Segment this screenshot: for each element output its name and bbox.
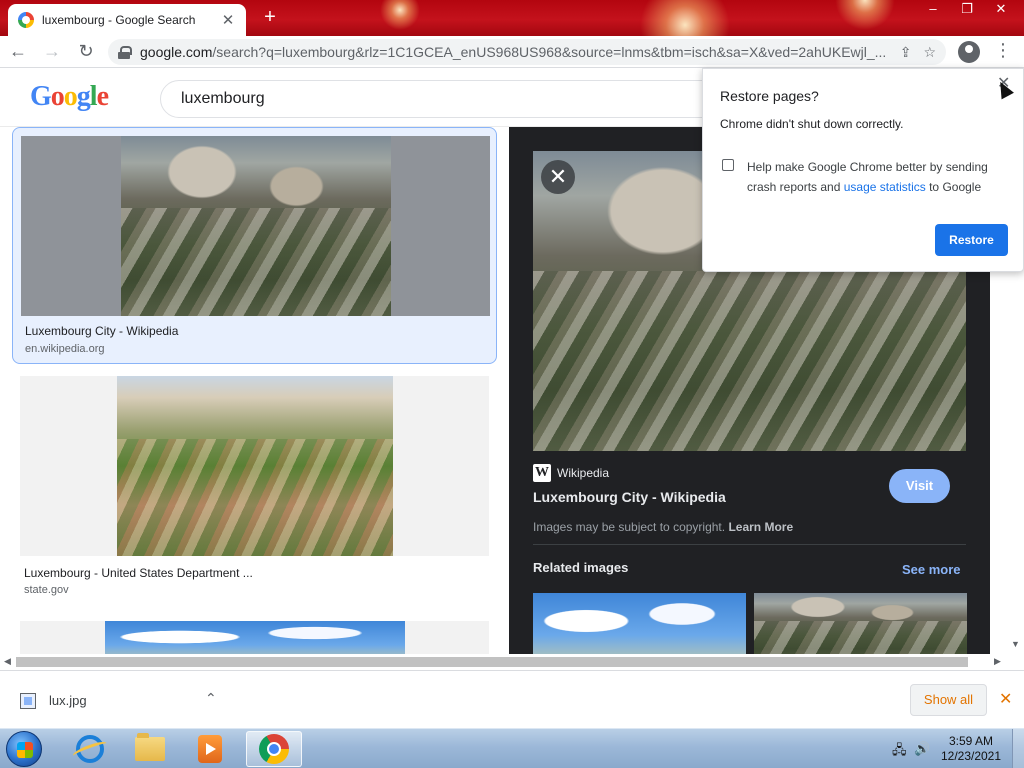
image-result-card[interactable]: Luxembourg - United States Department ..… [12, 376, 497, 601]
url-text: google.com/search?q=luxembourg&rlz=1C1GC… [140, 44, 888, 60]
image-result-card[interactable] [12, 621, 497, 654]
luxembourg-city-thumbnail[interactable] [121, 136, 391, 316]
windows-taskbar: 🖧 🔊 3:59 AM 12/23/2021 [0, 728, 1024, 768]
scroll-right-arrow-icon[interactable]: ▶ [994, 656, 1001, 667]
decorative-sparkle [640, 0, 730, 36]
horizontal-scrollbar[interactable]: ◀ ▶ [0, 654, 1024, 670]
show-all-button[interactable]: Show all [910, 684, 987, 716]
preview-title[interactable]: Luxembourg City - Wikipedia [533, 489, 726, 505]
bookmark-star-icon[interactable]: ☆ [923, 44, 936, 61]
internet-explorer-icon [76, 735, 104, 763]
result-title[interactable]: Luxembourg City - Wikipedia [25, 324, 178, 338]
related-image[interactable] [754, 593, 967, 654]
wikipedia-icon: W [533, 464, 551, 482]
reload-button[interactable]: ↻ [70, 38, 102, 66]
back-button[interactable]: ← [2, 38, 34, 66]
restore-button[interactable]: Restore [935, 224, 1008, 256]
profile-avatar-icon[interactable] [958, 41, 980, 63]
chrome-icon [259, 734, 289, 764]
clock-time: 3:59 AM [948, 734, 994, 748]
network-icon[interactable]: 🖧 [892, 741, 907, 763]
browser-tab[interactable]: luxembourg - Google Search ✕ [8, 4, 246, 36]
image-thumbnail-frame [20, 621, 489, 654]
windows-logo-icon [17, 742, 33, 758]
media-player-icon [198, 735, 222, 763]
volume-icon[interactable]: 🔊 [914, 741, 930, 757]
share-icon[interactable]: ⇪ [900, 44, 912, 61]
system-clock[interactable]: 3:59 AM 12/23/2021 [938, 734, 1004, 764]
search-query-text: luxembourg [181, 90, 265, 107]
image-result-card[interactable]: Luxembourg City - Wikipedia en.wikipedia… [12, 127, 497, 364]
tab-title: luxembourg - Google Search [42, 13, 196, 27]
visit-button[interactable]: Visit [889, 469, 950, 503]
related-image[interactable] [533, 593, 746, 654]
result-source: state.gov [24, 584, 69, 596]
clock-date: 12/23/2021 [940, 749, 1002, 763]
download-bar: lux.jpg ⌃ Show all ✕ [0, 670, 1024, 728]
image-file-icon [20, 693, 36, 709]
scroll-left-arrow-icon[interactable]: ◀ [4, 656, 11, 667]
crash-report-checkbox[interactable] [722, 159, 734, 171]
copyright-notice: Images may be subject to copyright. Lear… [533, 520, 793, 534]
checkbox-label: Help make Google Chrome better by sendin… [747, 157, 1007, 197]
show-desktop-button[interactable] [1012, 729, 1024, 768]
arrow-left-icon: ← [9, 41, 27, 61]
browser-menu-icon[interactable]: ⋮ [994, 40, 1012, 61]
usage-statistics-link[interactable]: usage statistics [844, 180, 926, 194]
image-thumbnail-frame [21, 136, 490, 316]
divider [533, 544, 966, 545]
title-bar: luxembourg - Google Search ✕ + – ❐ ✕ [0, 0, 1024, 36]
window-controls: – ❐ ✕ [916, 0, 1018, 18]
result-title[interactable]: Luxembourg - United States Department ..… [24, 566, 253, 580]
restore-icon[interactable]: ❐ [950, 0, 984, 18]
address-bar[interactable]: google.com/search?q=luxembourg&rlz=1C1GC… [108, 39, 946, 65]
restore-pages-dialog: Restore pages? ✕ Chrome didn't shut down… [702, 68, 1024, 272]
dialog-message: Chrome didn't shut down correctly. [720, 117, 904, 131]
close-preview-icon[interactable]: ✕ [541, 160, 575, 194]
google-logo[interactable]: Google [30, 81, 109, 113]
new-tab-button[interactable]: + [258, 6, 282, 29]
learn-more-link[interactable]: Learn More [728, 520, 793, 534]
luxembourg-sky-thumbnail[interactable] [105, 621, 405, 654]
internet-explorer-taskbar-button[interactable] [62, 731, 118, 767]
url-host: google.com [140, 44, 213, 60]
luxembourg-valley-thumbnail[interactable] [117, 376, 393, 556]
dialog-title: Restore pages? [720, 88, 819, 104]
copyright-text: Images may be subject to copyright. [533, 520, 726, 534]
image-thumbnail-frame [20, 376, 489, 556]
google-favicon-icon [18, 12, 34, 28]
see-more-link[interactable]: See more [902, 562, 961, 577]
start-button[interactable] [6, 731, 42, 767]
search-input[interactable]: luxembourg [160, 80, 780, 118]
close-download-bar-icon[interactable]: ✕ [999, 689, 1012, 709]
preview-site-name: Wikipedia [557, 466, 610, 480]
preview-site-row[interactable]: W Wikipedia [533, 464, 609, 482]
chrome-taskbar-button[interactable] [246, 731, 302, 767]
decorative-sparkle [835, 0, 895, 30]
forward-button[interactable]: → [36, 38, 68, 66]
result-source: en.wikipedia.org [25, 343, 105, 355]
arrow-right-icon: → [43, 41, 61, 61]
folder-icon [135, 733, 165, 761]
media-player-taskbar-button[interactable] [182, 731, 238, 767]
close-window-icon[interactable]: ✕ [984, 0, 1018, 18]
checkbox-text-tail: to Google [925, 180, 982, 194]
image-results-grid: Luxembourg City - Wikipedia en.wikipedia… [0, 127, 508, 654]
decorative-sparkle [380, 0, 420, 30]
minimize-icon[interactable]: – [916, 0, 950, 18]
scrollbar-thumb[interactable] [16, 657, 968, 667]
chevron-up-icon[interactable]: ⌃ [205, 690, 217, 707]
url-path: /search?q=luxembourg&rlz=1C1GCEA_enUS968… [212, 44, 887, 60]
file-explorer-taskbar-button[interactable] [122, 731, 178, 767]
scroll-down-arrow-icon[interactable]: ▼ [1011, 639, 1020, 649]
reload-icon: ↻ [78, 41, 94, 61]
related-images-heading: Related images [533, 560, 629, 575]
lock-icon [118, 45, 132, 59]
download-file-name[interactable]: lux.jpg [49, 693, 87, 708]
tab-close-icon[interactable]: ✕ [220, 11, 236, 29]
browser-toolbar: ← → ↻ google.com/search?q=luxembourg&rlz… [0, 36, 1024, 68]
